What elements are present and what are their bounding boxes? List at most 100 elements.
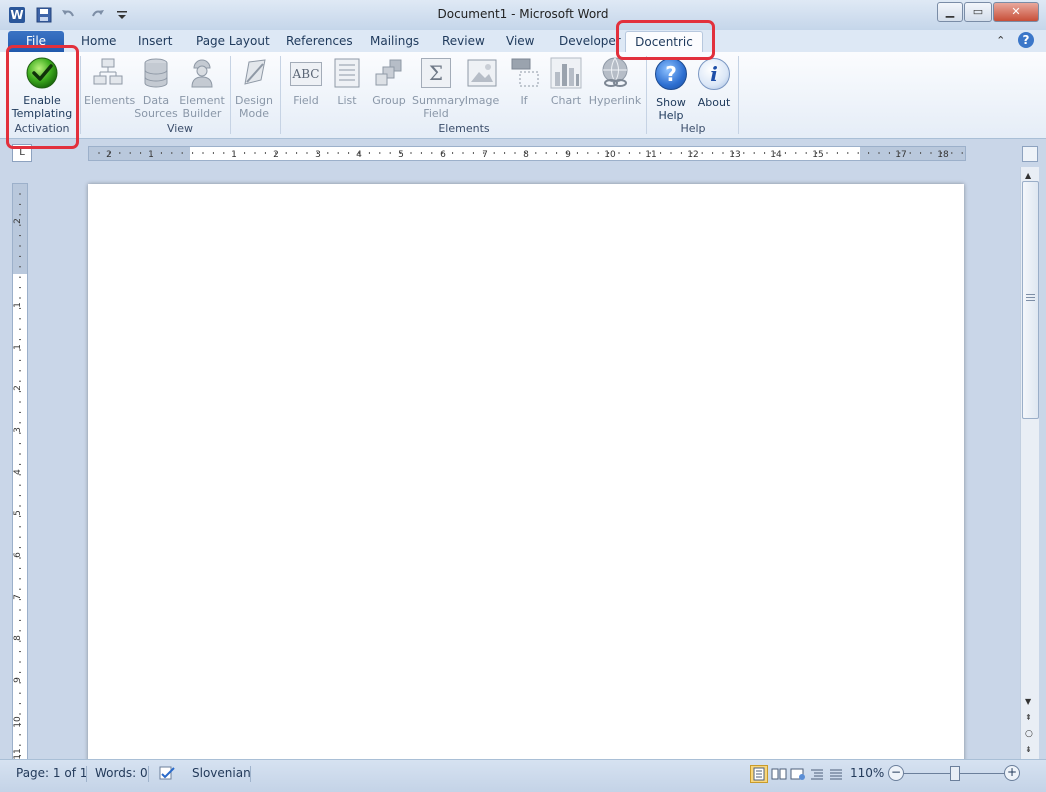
next-page-icon[interactable]: ⇟ [1025,745,1032,754]
group-button[interactable]: Group [370,56,408,107]
window-title: Document1 - Microsoft Word [437,7,609,21]
tab-insert[interactable]: Insert [138,34,172,48]
document-page[interactable] [88,184,964,764]
web-layout-button[interactable] [789,765,807,783]
ruler-number: 2 [106,150,112,160]
word-count[interactable]: Words: 0 [95,766,148,780]
status-bar: Page: 1 of 1 Words: 0 Slovenian 110% − + [0,759,1046,792]
print-layout-view-button[interactable] [750,765,768,783]
tab-page-layout[interactable]: Page Layout [196,34,270,48]
about-button[interactable]: i About [694,56,734,109]
horizontal-ruler[interactable]: 2 1 1 2 3 4 5 6 7 8 9 10 11 12 13 14 15 17 18 [88,146,966,161]
scroll-up-icon[interactable]: ▲ [1025,171,1031,180]
image-icon [467,59,497,87]
tab-mailings[interactable]: Mailings [370,34,419,48]
minimize-button[interactable]: ▁ [937,2,963,22]
tab-file[interactable]: File [8,31,64,52]
ruler-number: 15 [812,150,823,160]
summary-field-label-2: Field [423,107,449,120]
chart-label: Chart [550,94,582,107]
list-button[interactable]: List [330,56,364,107]
tab-developer[interactable]: Developer [559,34,621,48]
design-mode-icon [244,59,266,85]
ruler-number: 1 [231,150,237,160]
maximize-button[interactable]: ▭ [964,2,992,22]
element-builder-label-1: Element [179,94,225,107]
ruler-number: 3 [13,427,23,433]
list-icon [334,58,360,88]
scrollbar-thumb[interactable] [1022,181,1039,419]
ruler-margin [860,147,965,160]
vertical-ruler[interactable]: 2 1 1 2 3 4 5 6 7 8 9 10 11 [12,183,28,761]
elements-button[interactable]: Elements [84,56,135,107]
select-browse-object-icon[interactable]: ○ [1025,729,1033,739]
ruler-number: 14 [770,150,782,160]
sigma-icon: Σ [421,58,451,88]
field-button[interactable]: ABC Field [286,56,326,107]
ruler-number: 4 [13,469,23,475]
minimize-ribbon-icon[interactable]: ⌃ [996,34,1010,47]
zoom-out-button[interactable]: − [888,765,904,781]
proofing-icon[interactable] [158,765,176,781]
database-icon [144,58,168,88]
page-count[interactable]: Page: 1 of 1 [16,766,87,780]
about-label: About [697,96,731,109]
vertical-scrollbar[interactable]: ▲ ▼ ⇞ ○ ⇟ [1020,167,1039,759]
list-label: List [337,94,357,107]
ruler-number: 11 [13,748,23,759]
chart-icon [550,57,582,89]
element-builder-label-2: Builder [182,107,222,120]
hyperlink-globe-icon [602,57,628,87]
title-bar: W Document1 - Microsoft Word ▁ ▭ ✕ [0,0,1046,31]
ruler-number: 8 [13,635,23,641]
help-icon[interactable]: ? [1018,32,1034,48]
ruler-margin [13,184,27,274]
ruler-number: 7 [13,594,23,600]
scroll-down-icon[interactable]: ▼ [1025,697,1031,706]
status-separator [148,766,149,782]
group-separator [280,56,281,134]
ruler-number: 6 [440,150,446,160]
group-separator [738,56,739,134]
group-label-help: Help [680,122,706,135]
draft-view-button[interactable] [827,765,845,783]
group-label-activation: Activation [14,122,70,135]
ruler-number: 4 [356,150,362,160]
chart-button[interactable]: Chart [546,56,586,107]
data-sources-button[interactable]: Data Sources [134,56,178,120]
ribbon-docentric: Enable Templating Activation Elements Da… [0,52,1046,139]
zoom-level[interactable]: 110% [850,766,884,780]
tab-home[interactable]: Home [81,34,116,48]
view-ruler-button[interactable] [1022,146,1038,162]
ruler-number: 2 [13,218,23,224]
zoom-slider-thumb[interactable] [950,766,960,781]
tab-docentric[interactable]: Docentric [625,31,703,53]
ruler-number: 8 [523,150,529,160]
enable-templating-button[interactable]: Enable Templating [10,56,74,120]
outline-view-button[interactable] [808,765,826,783]
group-separator [646,56,647,134]
image-button[interactable]: Image [462,56,502,107]
design-mode-button[interactable]: Design Mode [232,56,276,120]
tab-references[interactable]: References [286,34,353,48]
summary-field-button[interactable]: Σ Summary Field [412,56,465,120]
data-sources-label-1: Data [142,94,170,107]
language-indicator[interactable]: Slovenian [192,766,251,780]
zoom-in-button[interactable]: + [1004,765,1020,781]
hyperlink-button[interactable]: Hyperlink [588,56,642,107]
show-help-label-2: Help [658,109,684,122]
if-button[interactable]: If [508,56,540,107]
question-help-icon: ? [655,58,687,90]
tab-review[interactable]: Review [442,34,485,48]
element-builder-button[interactable]: Element Builder [179,56,225,120]
hyperlink-label: Hyperlink [588,94,642,107]
close-button[interactable]: ✕ [993,2,1039,22]
show-help-button[interactable]: ? Show Help [650,56,692,122]
tab-selector[interactable]: L [12,144,32,162]
group-label-elements: Elements [438,122,490,135]
full-screen-reading-button[interactable] [770,765,788,783]
previous-page-icon[interactable]: ⇞ [1025,713,1032,722]
tab-view[interactable]: View [506,34,534,48]
draft-icon [830,769,842,780]
show-help-label-1: Show [656,96,686,109]
